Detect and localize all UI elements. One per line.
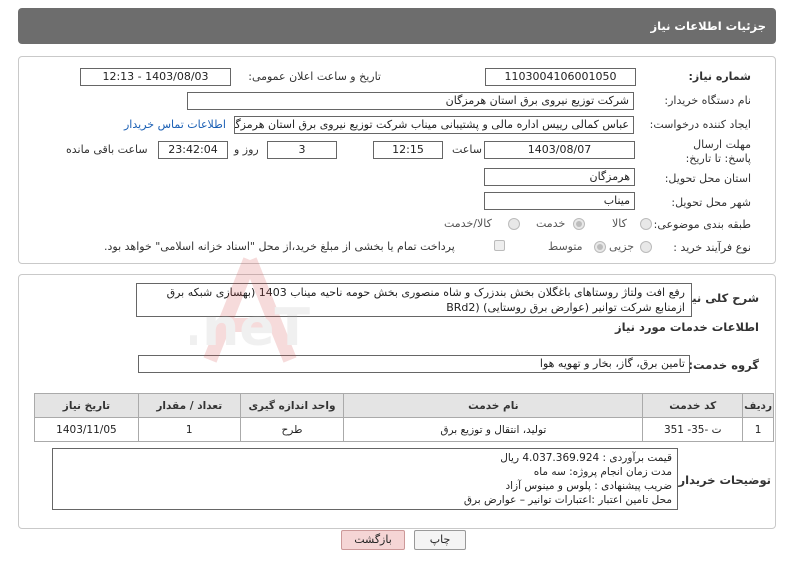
treasury-payment-note: پرداخت تمام یا بخشی از مبلغ خرید،از محل …	[104, 240, 455, 253]
cell-unit: طرح	[239, 417, 345, 442]
back-button[interactable]: بازگشت	[341, 530, 405, 550]
category-radio-service[interactable]	[573, 218, 585, 230]
cell-row-number: 1	[742, 417, 774, 442]
process-label: نوع فرآیند خرید :	[673, 241, 751, 254]
days-label: روز و	[234, 143, 259, 156]
need-number-field: 1103004106001050	[485, 68, 636, 86]
summary-text: رفع افت ولتاژ روستاهای باغگلان بخش بندزر…	[166, 286, 685, 314]
deadline-time-label: ساعت	[452, 143, 482, 156]
category-option-service: خدمت	[536, 217, 566, 230]
remaining-label: ساعت باقی مانده	[66, 143, 148, 156]
days-field: 3	[267, 141, 337, 159]
cell-service-name: تولید، انتقال و توزیع برق	[343, 417, 644, 442]
col-quantity: تعداد / مقدار	[137, 393, 241, 418]
category-label: طبقه بندی موضوعی:	[653, 218, 751, 231]
city-field: میناب	[484, 192, 635, 210]
page-title: جزئیات اطلاعات نیاز	[650, 19, 766, 33]
buyer-note-line: ضریب پیشنهادی : پلوس و مینوس آزاد	[505, 480, 672, 492]
need-info-panel	[18, 56, 776, 264]
deadline-time-field: 12:15	[373, 141, 443, 159]
category-radio-goods[interactable]	[640, 218, 652, 230]
services-section-title: اطلاعات خدمات مورد نیاز	[615, 320, 759, 334]
table-row: 1 ت -35- 351 تولید، انتقال و توزیع برق ط…	[34, 417, 774, 442]
buyer-label: نام دستگاه خریدار:	[664, 94, 751, 107]
col-service-code: کد خدمت	[642, 393, 744, 418]
buyer-notes-box: قیمت برآوردی : 4.037.369.924 ریال مدت زم…	[52, 448, 678, 510]
process-radio-minor[interactable]	[640, 241, 652, 253]
cell-need-date: 1403/11/05	[34, 417, 139, 442]
service-group-label: گروه خدمت:	[688, 358, 759, 372]
deadline-label: مهلت ارسال پاسخ: تا تاریخ:	[685, 138, 751, 165]
buyer-notes-label: توضیحات خریدار:	[673, 473, 771, 487]
announce-label: تاریخ و ساعت اعلان عمومی:	[248, 70, 381, 83]
category-radio-goods-service[interactable]	[508, 218, 520, 230]
col-unit: واحد اندازه گیری	[239, 393, 345, 418]
creator-label: ایجاد کننده درخواست:	[649, 118, 751, 131]
cell-quantity: 1	[137, 417, 241, 442]
treasury-payment-checkbox[interactable]	[494, 240, 505, 251]
province-field: هرمزگان	[484, 168, 635, 186]
buyer-field: شرکت توزیع نیروی برق استان هرمزگان	[187, 92, 634, 110]
category-option-goods: کالا	[612, 217, 627, 230]
process-option-minor: جزیی	[609, 240, 635, 253]
page-header: جزئیات اطلاعات نیاز	[18, 8, 776, 44]
print-button[interactable]: چاپ	[414, 530, 466, 550]
process-radio-medium[interactable]	[594, 241, 606, 253]
process-option-medium: متوسط	[548, 240, 583, 253]
creator-field: عباس کمالی رییس اداره مالی و پشتیبانی می…	[234, 116, 634, 134]
col-need-date: تاریخ نیاز	[34, 393, 139, 418]
cell-service-code: ت -35- 351	[642, 417, 744, 442]
deadline-date-field: 1403/08/07	[484, 141, 635, 159]
buyer-contact-link[interactable]: اطلاعات تماس خریدار	[124, 118, 226, 131]
buyer-note-line: مدت زمان انجام پروژه: سه ماه	[533, 466, 672, 478]
category-option-goods-service: کالا/خدمت	[444, 217, 492, 230]
col-row-number: ردیف	[742, 393, 774, 418]
city-label: شهر محل تحویل:	[671, 196, 751, 209]
service-group-field: تامین برق، گاز، بخار و تهویه هوا	[138, 355, 690, 373]
need-number-label: شماره نیاز:	[688, 70, 751, 83]
services-table: ردیف کد خدمت نام خدمت واحد اندازه گیری ت…	[34, 393, 774, 442]
buyer-note-line: محل تامین اعتبار :اعتبارات توانیر – عوار…	[463, 494, 672, 506]
announce-datetime-field: 1403/08/03 - 12:13	[80, 68, 231, 86]
summary-textarea: رفع افت ولتاژ روستاهای باغگلان بخش بندزر…	[136, 283, 692, 317]
services-table-header: ردیف کد خدمت نام خدمت واحد اندازه گیری ت…	[34, 393, 774, 418]
buyer-note-line: قیمت برآوردی : 4.037.369.924 ریال	[500, 452, 672, 464]
province-label: استان محل تحویل:	[664, 172, 751, 185]
remaining-time-field: 23:42:04	[158, 141, 228, 159]
col-service-name: نام خدمت	[343, 393, 644, 418]
